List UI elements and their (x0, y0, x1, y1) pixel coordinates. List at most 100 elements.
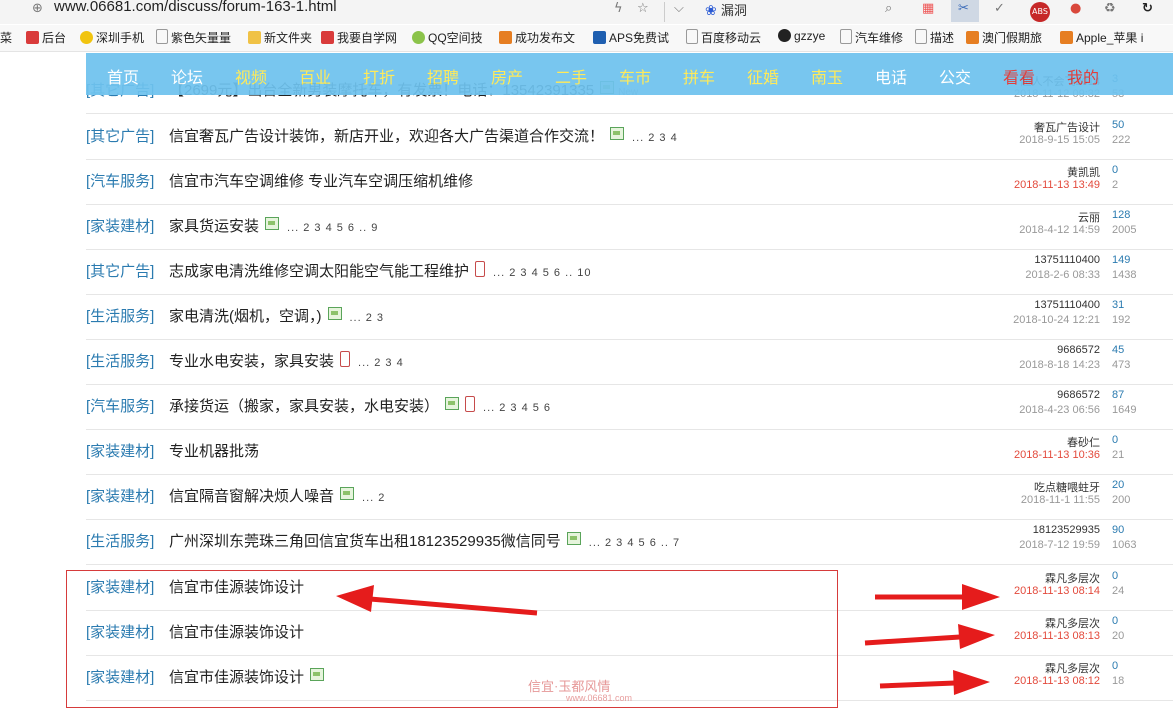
refresh-icon[interactable]: ↻ (1142, 1, 1153, 16)
nav-item-look[interactable]: 看看 (1003, 64, 1035, 88)
bookmark[interactable]: 成功发布文 (499, 29, 575, 46)
thread-title-link[interactable]: 信宜市汽车空调维修 专业汽车空调压缩机维修 (169, 173, 473, 190)
page-links[interactable]: ... 2 3 4 5 6 .. 9 (287, 222, 378, 234)
bookmark[interactable]: 我要自学网 (321, 29, 397, 46)
thread-row[interactable]: [家装建材] 家具货运安装 ... 2 3 4 5 6 .. 9 云丽 2018-4-1… (86, 205, 1173, 250)
check-icon[interactable]: ✓ (994, 1, 1005, 16)
thread-row[interactable]: [家装建材] 信宜隔音窗解决烦人噪音 ... 2 吃点糖喂蛀牙 2018-11-1 11… (86, 475, 1173, 520)
thread-row[interactable]: [汽车服务] 信宜市汽车空调维修 专业汽车空调压缩机维修 黄凯凯 2018-11-13… (86, 160, 1173, 205)
bookmark[interactable]: 描述 (915, 29, 954, 46)
thread-title-link[interactable]: 家电清洗(烟机，空调，) (169, 308, 322, 325)
bookmark[interactable]: QQ空间技 (412, 29, 483, 46)
thread-row[interactable]: [生活服务] 家电清洗(烟机，空调，) ... 2 3 13751110400 2018… (86, 295, 1173, 340)
thread-author[interactable]: 9686572 (1057, 344, 1100, 356)
bookmark[interactable]: Apple_苹果 i (1060, 29, 1143, 46)
nav-item-mine[interactable]: 我的 (1067, 64, 1099, 88)
nav-item-dating[interactable]: 征婚 (747, 64, 779, 88)
image-attachment-icon (265, 217, 280, 230)
page-links[interactable]: ... 2 3 (350, 312, 385, 324)
thread-author[interactable]: 黄凯凯 (1067, 164, 1100, 180)
thread-category-link[interactable]: [汽车服务] (86, 395, 154, 416)
nav-item-housing[interactable]: 房产 (491, 64, 523, 88)
recycle-icon[interactable]: ♻ (1104, 1, 1116, 16)
thread-author[interactable]: 13751110400 (1034, 299, 1100, 311)
thread-title-link[interactable]: 专业机器批荡 (169, 443, 259, 460)
thread-row[interactable]: [其它广告] 信宜奢瓦广告设计装饰，新店开业，欢迎各大广告渠道合作交流！ ... 2… (86, 115, 1173, 160)
thread-title-link[interactable]: 承接货运（搬家，家具安装，水电安装） (169, 398, 439, 415)
bookmark[interactable]: 后台 (26, 29, 66, 46)
thread-title-link[interactable]: 志成家电清洗维修空调太阳能空气能工程维护 (169, 263, 469, 280)
page-links[interactable]: ... 2 3 4 5 6 .. 10 (493, 267, 592, 279)
nav-item-forum[interactable]: 论坛 (171, 64, 203, 88)
adblock-icon[interactable]: ABS (1030, 2, 1050, 22)
thread-author[interactable]: 奢瓦广告设计 (1034, 119, 1100, 135)
thread-row[interactable]: [生活服务] 专业水电安装，家具安装 ... 2 3 4 9686572 2018-8-… (86, 340, 1173, 385)
nav-item-carpool[interactable]: 拼车 (683, 64, 715, 88)
thread-category-link[interactable]: [家装建材] (86, 215, 154, 236)
thread-author[interactable]: 云丽 (1078, 209, 1100, 225)
page-links[interactable]: ... 2 3 4 5 6 .. 7 (589, 537, 680, 549)
thread-row[interactable]: [生活服务] 广州深圳东莞珠三角回信宜货车出租18123529935微信同号...… (86, 520, 1173, 565)
nav-item-home[interactable]: 首页 (107, 64, 139, 88)
site-info-icon[interactable]: ⊕ (32, 1, 43, 16)
thread-row[interactable]: [汽车服务] 承接货运（搬家，家具安装，水电安装） ... 2 3 4 5 6 968… (86, 385, 1173, 430)
page-links[interactable]: ... 2 (362, 492, 385, 504)
windows-icon[interactable]: ▦ (922, 1, 934, 16)
thread-author[interactable]: 霖凡多层次 (1045, 615, 1100, 631)
star-icon[interactable]: ☆ (637, 1, 649, 16)
thread-title-link[interactable]: 广州深圳东莞珠三角回信宜货车出租18123529935微信同号 (169, 533, 561, 550)
thread-author[interactable]: 霖凡多层次 (1045, 660, 1100, 676)
thread-category-link[interactable]: [家装建材] (86, 440, 154, 461)
thread-category-link[interactable]: [生活服务] (86, 350, 154, 371)
thread-row[interactable]: [其它广告] 志成家电清洗维修空调太阳能空气能工程维护 ... 2 3 4 5 6 … (86, 250, 1173, 295)
page-links[interactable]: ... 2 3 4 (358, 357, 404, 369)
thread-row[interactable]: [家装建材] 专业机器批荡 春砂仁 2018-11-13 10:36 0 21 (86, 430, 1173, 475)
bookmark[interactable]: 菜 (0, 29, 12, 46)
thread-author[interactable]: 春砂仁 (1067, 434, 1100, 450)
bookmark[interactable]: APS免费试 (593, 29, 669, 46)
bookmark[interactable]: 紫色矢量量 (156, 29, 231, 46)
bookmark-icon (1060, 31, 1073, 44)
nav-item-video[interactable]: 视频 (235, 64, 267, 88)
nav-item-bus[interactable]: 公交 (939, 64, 971, 88)
nav-item-business[interactable]: 百业 (299, 64, 331, 88)
location-icon[interactable]: ● (1070, 1, 1081, 16)
nav-item-cars[interactable]: 车市 (619, 64, 651, 88)
thread-title-link[interactable]: 专业水电安装，家具安装 (169, 353, 334, 370)
chevron-down-icon[interactable]: ⌵ (674, 1, 684, 16)
thread-title-link[interactable]: 家具货运安装 (169, 218, 259, 235)
forum-nav-bar: 首页 论坛 视频 百业 打折 招聘 房产 二手 车市 拼车 征婚 南玉 电话 公… (86, 53, 1173, 95)
thread-category-link[interactable]: [其它广告] (86, 260, 154, 281)
nav-item-discount[interactable]: 打折 (363, 64, 395, 88)
nav-item-phone[interactable]: 电话 (875, 64, 907, 88)
thread-author[interactable]: 18123529935 (1033, 524, 1100, 536)
lightning-icon[interactable]: ϟ (614, 1, 623, 16)
thread-category-link[interactable]: [汽车服务] (86, 170, 154, 191)
bookmark[interactable]: 新文件夹 (248, 29, 312, 46)
thread-title-link[interactable]: 信宜隔音窗解决烦人噪音 (169, 488, 334, 505)
thread-category-link[interactable]: [其它广告] (86, 125, 154, 146)
bookmark[interactable]: gzzye (778, 29, 825, 43)
bookmark[interactable]: 深圳手机 (80, 29, 144, 46)
thread-author[interactable]: 霖凡多层次 (1045, 570, 1100, 586)
nav-item-secondhand[interactable]: 二手 (555, 64, 587, 88)
thread-category-link[interactable]: [生活服务] (86, 530, 154, 551)
search-input[interactable]: 漏洞 (721, 4, 747, 19)
bookmark[interactable]: 汽车维修 (840, 29, 903, 46)
search-box[interactable]: ❀ 漏洞 (705, 0, 875, 22)
bookmark[interactable]: 百度移动云 (686, 29, 761, 46)
bookmark[interactable]: 澳门假期旅 (966, 29, 1042, 46)
thread-title-link[interactable]: 信宜奢瓦广告设计装饰，新店开业，欢迎各大广告渠道合作交流！ (169, 128, 604, 145)
search-icon[interactable]: ⌕ (885, 1, 892, 16)
screenshot-icon[interactable]: ✂ (958, 1, 969, 16)
nav-item-jobs[interactable]: 招聘 (427, 64, 459, 88)
thread-author[interactable]: 9686572 (1057, 389, 1100, 401)
page-links[interactable]: ... 2 3 4 (632, 132, 678, 144)
thread-author[interactable]: 吃点糖喂蛀牙 (1034, 479, 1100, 495)
thread-author[interactable]: 13751110400 (1034, 254, 1100, 266)
page-links[interactable]: ... 2 3 4 5 6 (483, 402, 551, 414)
nav-item-nanyu[interactable]: 南玉 (811, 64, 843, 88)
url-field[interactable]: www.06681.com/discuss/forum-163-1.html (54, 0, 337, 15)
thread-category-link[interactable]: [生活服务] (86, 305, 154, 326)
thread-category-link[interactable]: [家装建材] (86, 485, 154, 506)
